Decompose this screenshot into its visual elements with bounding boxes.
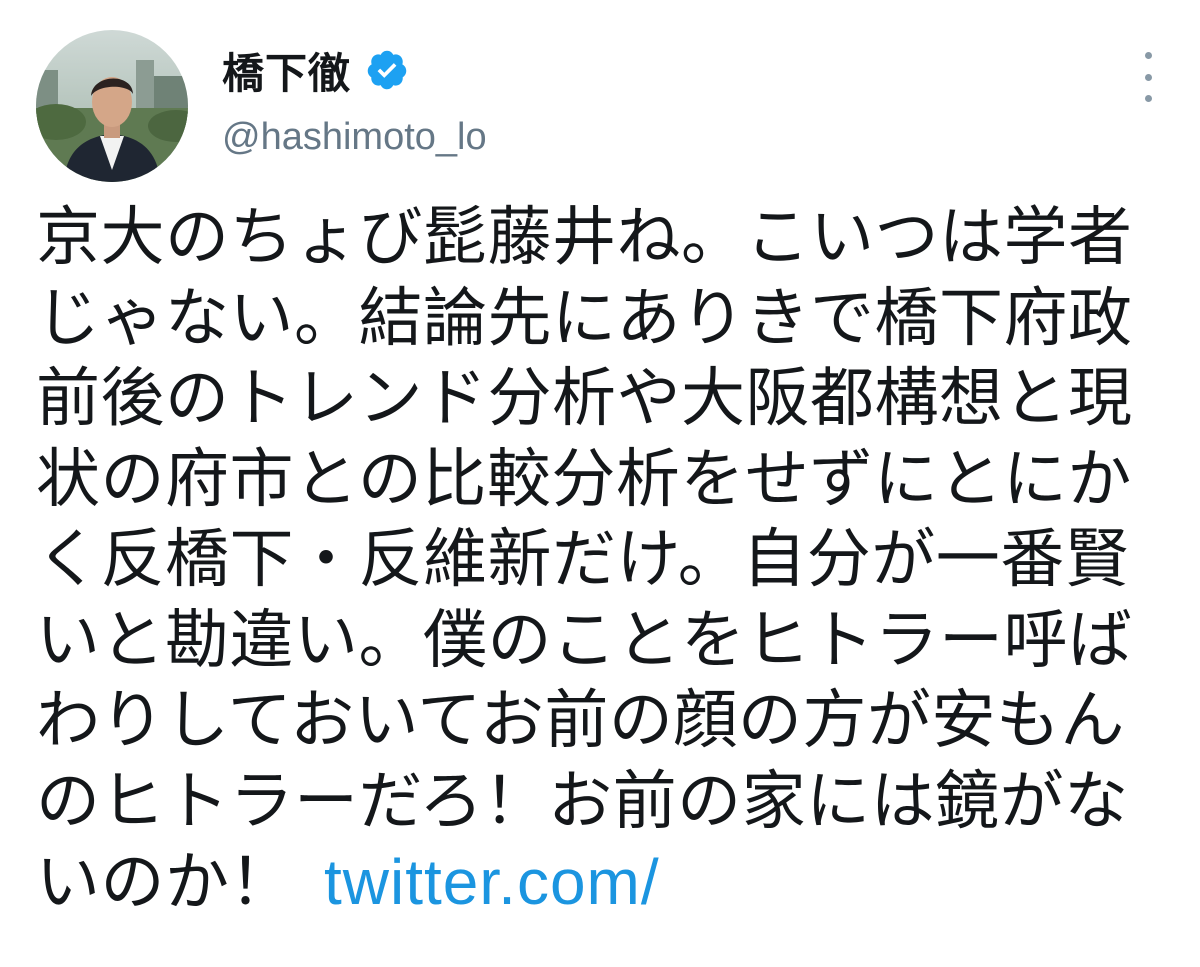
- avatar[interactable]: [36, 30, 188, 182]
- user-handle[interactable]: @hashimoto_lo: [222, 116, 487, 159]
- tweet-text: 京大のちょび髭藤井ね。こいつは学者 じゃない。結論先にありきで橋下府政 前後のト…: [36, 198, 1166, 923]
- more-options-button[interactable]: [1138, 52, 1158, 102]
- tweet-text-line: じゃない。結論先にありきで橋下府政: [36, 281, 1133, 356]
- tweet-text-line: のヒトラーだろ！お前の家には鏡がな: [36, 764, 1129, 839]
- tweet-text-fragment: いのか！: [36, 846, 294, 920]
- tweet-text-line: 京大のちょび髭藤井ね。こいつは学者: [36, 201, 1133, 275]
- tweet-header: 橋下徹 @hashimoto_lo: [222, 38, 487, 159]
- tweet-text-line: く反橋下・反維新だけ。自分が一番賢: [36, 523, 1130, 597]
- tweet-text-line: 前後のトレンド分析や大阪都構想と現: [36, 362, 1133, 436]
- tweet-link[interactable]: twitter.com/: [324, 846, 660, 918]
- tweet-text-last-line: いのか！ twitter.com/: [36, 842, 1166, 923]
- vertical-ellipsis-icon: [1144, 52, 1152, 59]
- vertical-ellipsis-icon: [1144, 73, 1152, 81]
- display-name[interactable]: 橋下徹: [222, 40, 351, 101]
- display-name-row: 橋下徹: [222, 38, 487, 102]
- profile-photo-icon: [36, 30, 188, 182]
- tweet-text-line: 状の府市との比較分析をせずにとにか: [36, 442, 1132, 517]
- tweet-text-line: いと勘違い。僕のことをヒトラー呼ば: [36, 603, 1133, 678]
- tweet-card: 橋下徹 @hashimoto_lo 京大のちょび髭藤井ね。こいつは学者 じゃない…: [0, 0, 1200, 967]
- verified-badge-icon: [365, 48, 409, 92]
- tweet-text-line: わりしておいてお前の顔の方が安もん: [36, 684, 1125, 758]
- vertical-ellipsis-icon: [1144, 95, 1152, 102]
